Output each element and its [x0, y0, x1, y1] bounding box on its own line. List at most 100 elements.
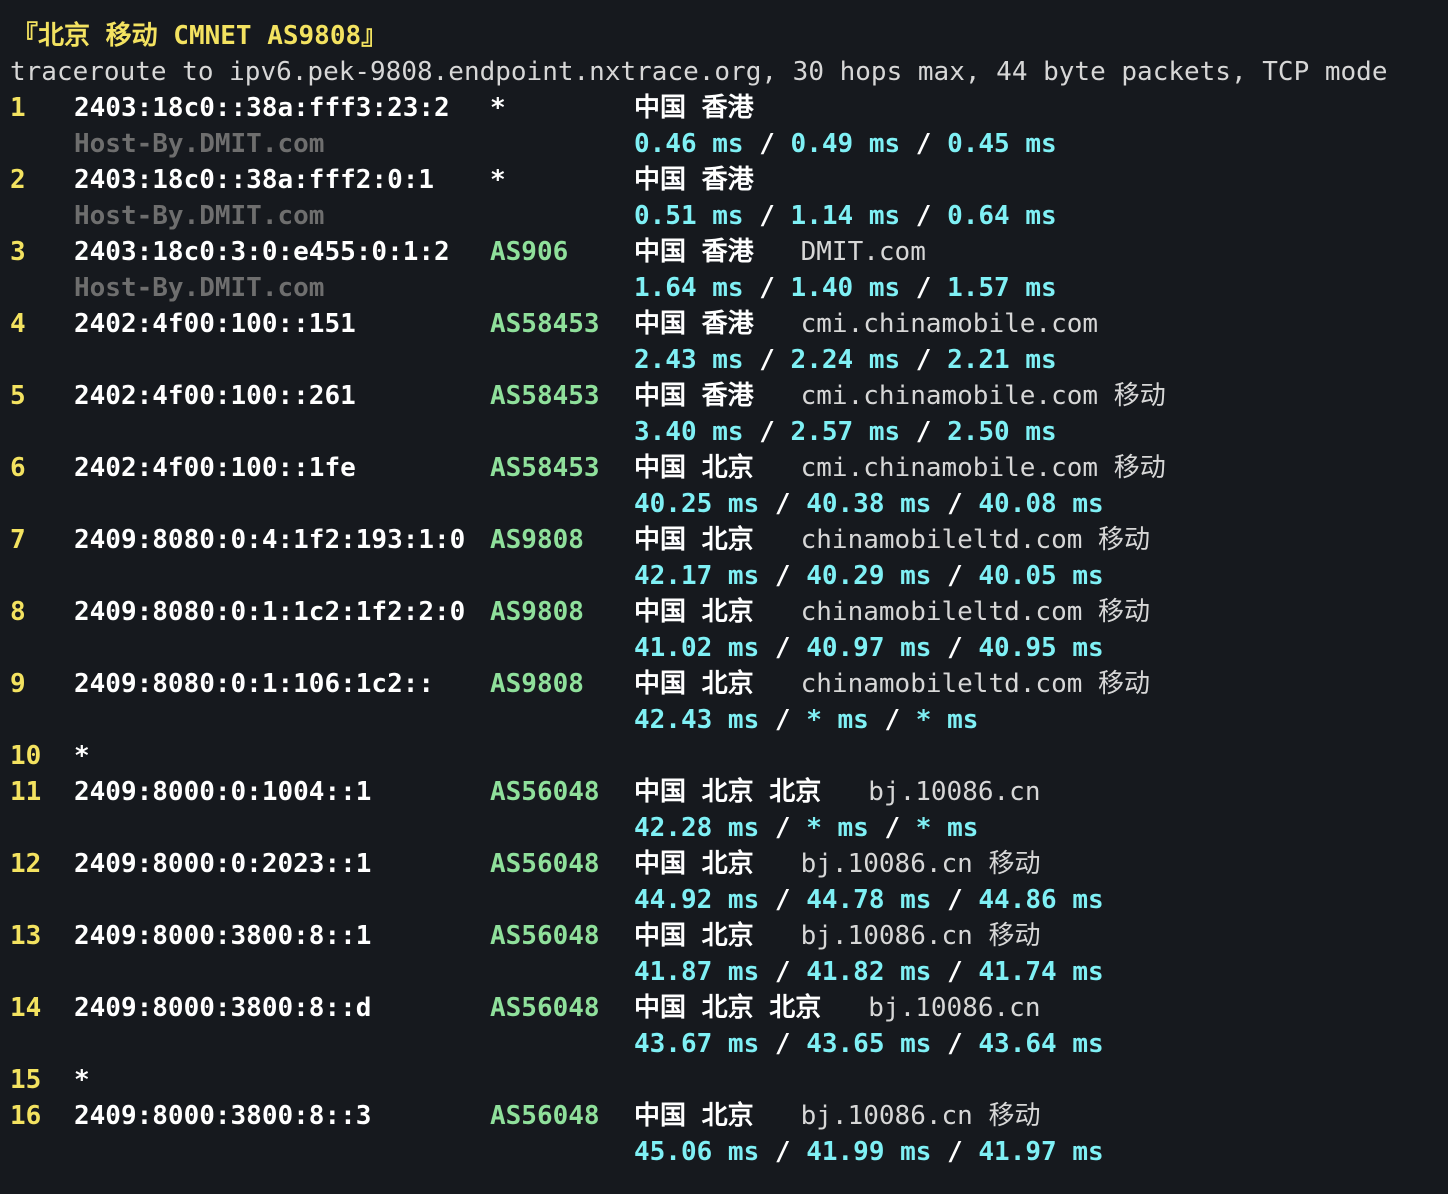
hop-timings: 0.46 ms / 0.49 ms / 0.45 ms: [634, 129, 1057, 159]
hop-number: 7: [10, 525, 26, 555]
rtt-value: 42.17 ms: [634, 561, 760, 591]
hop-geo: 中国 香港 DMIT.com: [634, 234, 926, 270]
hop-location: 中国 北京 北京: [634, 777, 822, 807]
rtt-value: 3.40 ms: [634, 417, 744, 447]
hop-geo: 中国 北京 bj.10086.cn 移动: [634, 918, 1040, 954]
hop-org: chinamobileltd.com 移动: [800, 669, 1151, 699]
hop-asn: AS58453: [490, 309, 600, 339]
hop-geo: 中国 香港 cmi.chinamobile.com 移动: [634, 378, 1166, 414]
hop-number: 12: [10, 849, 42, 879]
hop-number: 4: [10, 309, 26, 339]
traceroute-command: traceroute to ipv6.pek-9808.endpoint.nxt…: [10, 57, 1388, 87]
hop-ip: 2409:8080:0:4:1f2:193:1:0: [74, 525, 466, 555]
hop-detail-row: 2.43 ms / 2.24 ms / 2.21 ms: [10, 342, 1438, 378]
hop-detail-row: 44.92 ms / 44.78 ms / 44.86 ms: [10, 882, 1438, 918]
hop-ip: 2402:4f00:100::151: [74, 309, 356, 339]
hop-geo: 中国 香港: [634, 90, 754, 126]
hop-org: bj.10086.cn: [868, 777, 1041, 807]
rtt-value: 1.57 ms: [947, 273, 1057, 303]
hop-location: 中国 香港: [634, 381, 754, 411]
hop-detail-row: 3.40 ms / 2.57 ms / 2.50 ms: [10, 414, 1438, 450]
hop-number: 1: [10, 93, 26, 123]
hop-row: 5 2402:4f00:100::261 AS58453 中国 香港 cmi.chin…: [10, 378, 1438, 414]
hop-timings: 2.43 ms / 2.24 ms / 2.21 ms: [634, 345, 1057, 375]
hop-org: bj.10086.cn: [868, 993, 1041, 1023]
traceroute-title: 『北京 移动 CMNET AS9808』: [12, 21, 388, 51]
rtt-value: 0.64 ms: [947, 201, 1057, 231]
hop-timings: 1.64 ms / 1.40 ms / 1.57 ms: [634, 273, 1057, 303]
hop-row: 4 2402:4f00:100::151 AS58453 中国 香港 cmi.chin…: [10, 306, 1438, 342]
hop-detail-row: Host-By.DMIT.com 1.64 ms / 1.40 ms / 1.57…: [10, 270, 1438, 306]
rtt-value: * ms: [806, 705, 869, 735]
hop-row: 7 2409:8080:0:4:1f2:193:1:0 AS9808 中国 北京 ch…: [10, 522, 1438, 558]
rtt-value: 40.97 ms: [806, 633, 932, 663]
hop-asn: AS56048: [490, 777, 600, 807]
rtt-value: * ms: [915, 813, 979, 843]
rtt-value: 41.87 ms: [634, 957, 760, 987]
hop-number: 8: [10, 597, 26, 627]
rtt-value: * ms: [915, 705, 979, 735]
hop-ip: 2409:8000:3800:8::3: [74, 1101, 372, 1131]
hop-geo: 中国 北京 cmi.chinamobile.com 移动: [634, 450, 1166, 486]
hop-ip: 2409:8000:0:2023::1: [74, 849, 372, 879]
hop-timings: 42.43 ms / * ms / * ms: [634, 705, 979, 735]
rtt-value: 1.14 ms: [790, 201, 901, 231]
hop-row: 13 2409:8000:3800:8::1 AS56048 中国 北京 bj.100…: [10, 918, 1438, 954]
hop-asn: AS56048: [490, 1101, 600, 1131]
hop-row: 2 2403:18c0::38a:fff2:0:1 * 中国 香港: [10, 162, 1438, 198]
hop-location: 中国 香港: [634, 309, 754, 339]
hop-asn: *: [490, 93, 506, 123]
hop-detail-row: 43.67 ms / 43.65 ms / 43.64 ms: [10, 1026, 1438, 1062]
rtt-value: 41.02 ms: [634, 633, 760, 663]
hop-detail-row: 40.25 ms / 40.38 ms / 40.08 ms: [10, 486, 1438, 522]
hop-row: 6 2402:4f00:100::1fe AS58453 中国 北京 cmi.chin…: [10, 450, 1438, 486]
hop-row: 11 2409:8000:0:1004::1 AS56048 中国 北京 北京 bj.…: [10, 774, 1438, 810]
rtt-value: 2.21 ms: [947, 345, 1057, 375]
hop-row: 14 2409:8000:3800:8::d AS56048 中国 北京 北京 bj.…: [10, 990, 1438, 1026]
hop-location: 中国 北京: [634, 453, 754, 483]
rtt-value: 41.74 ms: [978, 957, 1104, 987]
hop-asn: AS9808: [490, 525, 584, 555]
hop-ip: 2409:8000:3800:8::1: [74, 921, 372, 951]
hop-timings: 0.51 ms / 1.14 ms / 0.64 ms: [634, 201, 1057, 231]
rtt-value: 0.49 ms: [790, 129, 901, 159]
hop-geo: 中国 北京 chinamobileltd.com 移动: [634, 594, 1150, 630]
rtt-value: 40.29 ms: [806, 561, 932, 591]
hop-geo: 中国 北京 bj.10086.cn 移动: [634, 846, 1040, 882]
hop-row: 1 2403:18c0::38a:fff3:23:2 * 中国 香港: [10, 90, 1438, 126]
hop-number: 6: [10, 453, 26, 483]
hop-asn: AS58453: [490, 381, 600, 411]
hop-detail-row: 42.43 ms / * ms / * ms: [10, 702, 1438, 738]
terminal-output: 『北京 移动 CMNET AS9808』 traceroute to ipv6.…: [10, 18, 1438, 1170]
rtt-value: 40.38 ms: [806, 489, 932, 519]
hop-geo: 中国 北京 bj.10086.cn 移动: [634, 1098, 1040, 1134]
hop-ip: 2409:8080:0:1:1c2:1f2:2:0: [74, 597, 466, 627]
hop-location: 中国 香港: [634, 237, 754, 267]
hop-detail-row: Host-By.DMIT.com 0.46 ms / 0.49 ms / 0.45…: [10, 126, 1438, 162]
hop-org: chinamobileltd.com 移动: [800, 597, 1151, 627]
hop-row: 16 2409:8000:3800:8::3 AS56048 中国 北京 bj.100…: [10, 1098, 1438, 1134]
hop-location: 中国 北京 北京: [634, 993, 822, 1023]
hop-timings: 3.40 ms / 2.57 ms / 2.50 ms: [634, 417, 1057, 447]
hop-geo: 中国 香港: [634, 162, 754, 198]
rtt-value: 40.08 ms: [978, 489, 1104, 519]
hop-number: 11: [10, 777, 42, 807]
hop-org: cmi.chinamobile.com 移动: [800, 381, 1166, 411]
hop-list: 1 2403:18c0::38a:fff3:23:2 * 中国 香港 Host-By.D…: [10, 90, 1438, 1170]
hop-hostname: Host-By.DMIT.com: [74, 201, 325, 231]
hop-ip: 2403:18c0::38a:fff2:0:1: [74, 165, 435, 195]
hop-asn: AS58453: [490, 453, 600, 483]
rtt-value: 43.64 ms: [978, 1029, 1104, 1059]
hop-number: 14: [10, 993, 42, 1023]
hop-geo: 中国 北京 chinamobileltd.com 移动: [634, 666, 1150, 702]
rtt-value: 41.82 ms: [806, 957, 932, 987]
hop-detail-row: 42.17 ms / 40.29 ms / 40.05 ms: [10, 558, 1438, 594]
hop-location: 中国 北京: [634, 921, 754, 951]
rtt-value: 41.97 ms: [978, 1137, 1104, 1167]
rtt-value: 41.99 ms: [806, 1137, 932, 1167]
rtt-value: 1.64 ms: [634, 273, 744, 303]
hop-asn: AS9808: [490, 669, 584, 699]
rtt-value: 2.24 ms: [790, 345, 901, 375]
hop-location: 中国 北京: [634, 597, 754, 627]
hop-ip: 2403:18c0:3:0:e455:0:1:2: [74, 237, 450, 267]
